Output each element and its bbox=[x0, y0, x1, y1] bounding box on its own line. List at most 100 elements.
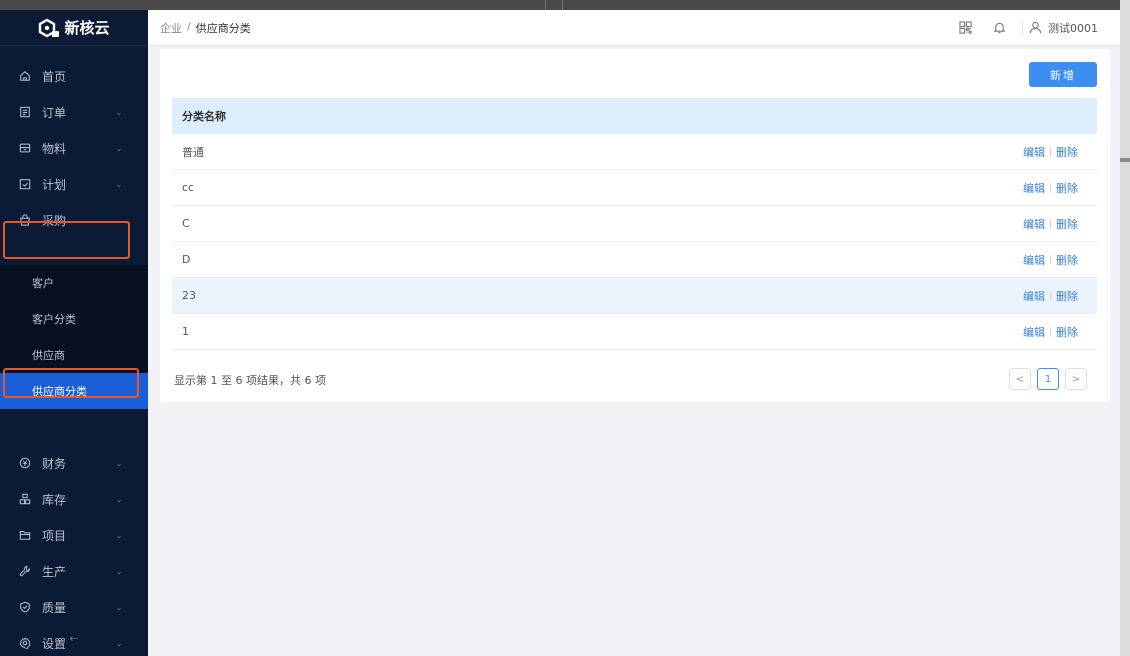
category-name-cell: D bbox=[182, 253, 191, 266]
breadcrumb-parent[interactable]: 企业 bbox=[160, 20, 182, 36]
sidebar-item-finance[interactable]: 财务 ⌄ bbox=[0, 445, 148, 481]
table-row: cc 编辑 删除 bbox=[172, 170, 1097, 206]
chevron-down-icon: ⌄ bbox=[115, 530, 123, 540]
sidebar-item-label: 项目 bbox=[42, 528, 67, 543]
action-divider bbox=[1050, 254, 1051, 265]
order-icon bbox=[18, 105, 32, 119]
action-divider bbox=[1050, 218, 1051, 229]
sidebar-item-material[interactable]: 物料 ⌄ bbox=[0, 130, 148, 166]
row-actions: 编辑 删除 bbox=[1023, 144, 1078, 160]
chevron-down-icon: ⌄ bbox=[115, 107, 123, 117]
table-header: 分类名称 bbox=[172, 98, 1097, 134]
table-row: 普通 编辑 删除 bbox=[172, 134, 1097, 170]
chevron-down-icon: ⌄ bbox=[115, 143, 123, 153]
user-menu[interactable]: 测试0001 bbox=[1029, 20, 1098, 36]
supplier-category-panel: 新增 分类名称 普通 编辑 删除 cc 编辑 删除 C 编辑 删除 D 编辑 删除 23 编辑 删除 1 编辑删… bbox=[160, 49, 1110, 402]
delete-link[interactable]: 删除 bbox=[1056, 324, 1078, 340]
background-window-edge bbox=[1120, 0, 1130, 656]
table-row: 23 编辑 删除 bbox=[172, 278, 1097, 314]
sidebar-item-plan[interactable]: 计划 ⌄ bbox=[0, 166, 148, 202]
submenu-label: 客户 bbox=[32, 277, 54, 290]
sidebar-item-home[interactable]: 首页 bbox=[0, 58, 148, 94]
sidebar-item-production[interactable]: 生产 ⌄ bbox=[0, 553, 148, 589]
collapse-sidebar-button[interactable]: ⇠ bbox=[0, 620, 148, 656]
edit-link[interactable]: 编辑 bbox=[1023, 252, 1045, 268]
purchase-icon bbox=[18, 213, 32, 227]
category-name-cell: 1 bbox=[182, 325, 189, 338]
submenu-item-customer-category[interactable]: 客户分类 bbox=[0, 301, 148, 337]
chevron-down-icon: ⌄ bbox=[115, 458, 123, 468]
pagination-summary: 显示第 1 至 6 项结果，共 6 项 bbox=[174, 374, 326, 387]
breadcrumb-current: 供应商分类 bbox=[195, 21, 251, 35]
action-divider bbox=[1050, 290, 1051, 301]
delete-link[interactable]: 删除 bbox=[1056, 180, 1078, 196]
finance-icon bbox=[18, 456, 32, 470]
sidebar: 新核云 首页订单⌄物料⌄计划⌄采购⌄企业⌃财务⌄库存⌄项目⌄生产⌄质量⌄设置⌄ … bbox=[0, 10, 148, 656]
sidebar-item-label: 首页 bbox=[42, 69, 67, 84]
material-icon bbox=[18, 141, 32, 155]
page-button-1[interactable]: 1 bbox=[1037, 368, 1059, 390]
delete-link[interactable]: 删除 bbox=[1056, 144, 1078, 160]
edit-link[interactable]: 编辑 bbox=[1023, 324, 1045, 340]
submenu-label: 客户分类 bbox=[32, 313, 76, 326]
chevron-down-icon: ⌄ bbox=[115, 494, 123, 504]
sidebar-item-project[interactable]: 项目 ⌄ bbox=[0, 517, 148, 553]
sidebar-item-label: 财务 bbox=[42, 456, 67, 471]
table-row: D 编辑 删除 bbox=[172, 242, 1097, 278]
delete-link[interactable]: 删除 bbox=[1056, 216, 1078, 232]
strip-tick bbox=[545, 0, 546, 10]
plan-icon bbox=[18, 177, 32, 191]
next-page-button[interactable]: > bbox=[1065, 368, 1087, 390]
app-window: 新核云 首页订单⌄物料⌄计划⌄采购⌄企业⌃财务⌄库存⌄项目⌄生产⌄质量⌄设置⌄ … bbox=[0, 10, 1120, 656]
inventory-icon bbox=[18, 492, 32, 506]
sidebar-item-purchase[interactable]: 采购 ⌄ bbox=[0, 202, 148, 238]
action-divider bbox=[1050, 326, 1051, 337]
sidebar-item-label: 库存 bbox=[42, 492, 67, 507]
submenu-item-supplier[interactable]: 供应商 bbox=[0, 337, 148, 373]
sidebar-item-order[interactable]: 订单 ⌄ bbox=[0, 94, 148, 130]
category-name-cell: 23 bbox=[182, 289, 196, 302]
edit-link[interactable]: 编辑 bbox=[1023, 144, 1045, 160]
browser-top-strip bbox=[0, 0, 1120, 10]
edit-link[interactable]: 编辑 bbox=[1023, 180, 1045, 196]
delete-link[interactable]: 删除 bbox=[1056, 288, 1078, 304]
app-logo[interactable]: 新核云 bbox=[0, 10, 148, 46]
production-icon bbox=[18, 564, 32, 578]
project-icon bbox=[18, 528, 32, 542]
add-button[interactable]: 新增 bbox=[1029, 62, 1097, 87]
category-name-cell: C bbox=[182, 217, 190, 230]
chevron-down-icon: ⌄ bbox=[115, 179, 123, 189]
breadcrumb-separator: / bbox=[187, 19, 191, 33]
submenu-item-customer[interactable]: 客户 bbox=[0, 265, 148, 301]
row-actions: 编辑 删除 bbox=[1023, 216, 1078, 232]
chevron-down-icon: ⌄ bbox=[115, 566, 123, 576]
submenu-item-supplier-category[interactable]: 供应商分类 bbox=[0, 373, 148, 409]
sidebar-item-label: 订单 bbox=[42, 105, 67, 120]
row-actions: 编辑 删除 bbox=[1023, 324, 1078, 340]
enterprise-submenu: 客户 客户分类 供应商 供应商分类 bbox=[0, 265, 148, 409]
brand-logo-icon bbox=[39, 18, 60, 37]
bell-icon[interactable] bbox=[982, 10, 1016, 46]
delete-link[interactable]: 删除 bbox=[1056, 252, 1078, 268]
row-actions: 编辑 删除 bbox=[1023, 252, 1078, 268]
quality-icon bbox=[18, 600, 32, 614]
sidebar-item-label: 生产 bbox=[42, 564, 67, 579]
header-actions: 测试0001 bbox=[948, 10, 1120, 46]
sidebar-item-label: 计划 bbox=[42, 177, 67, 192]
category-name-cell: cc bbox=[182, 181, 195, 194]
sidebar-item-label: 质量 bbox=[42, 600, 67, 615]
header-divider bbox=[1022, 19, 1023, 36]
edit-link[interactable]: 编辑 bbox=[1023, 216, 1045, 232]
strip-tick bbox=[562, 0, 563, 10]
top-header: 企业 / 供应商分类 测试0001 bbox=[148, 10, 1120, 46]
table-row: 1 编辑 删除 bbox=[172, 314, 1097, 350]
action-divider bbox=[1050, 182, 1051, 193]
edit-link[interactable]: 编辑 bbox=[1023, 288, 1045, 304]
sidebar-item-inventory[interactable]: 库存 ⌄ bbox=[0, 481, 148, 517]
prev-page-button[interactable]: < bbox=[1009, 368, 1031, 390]
qrcode-icon[interactable] bbox=[948, 10, 982, 46]
sidebar-item-label: 采购 bbox=[42, 213, 67, 228]
action-divider bbox=[1050, 146, 1051, 157]
category-name-cell: 普通 bbox=[182, 145, 204, 159]
row-actions: 编辑 删除 bbox=[1023, 288, 1078, 304]
